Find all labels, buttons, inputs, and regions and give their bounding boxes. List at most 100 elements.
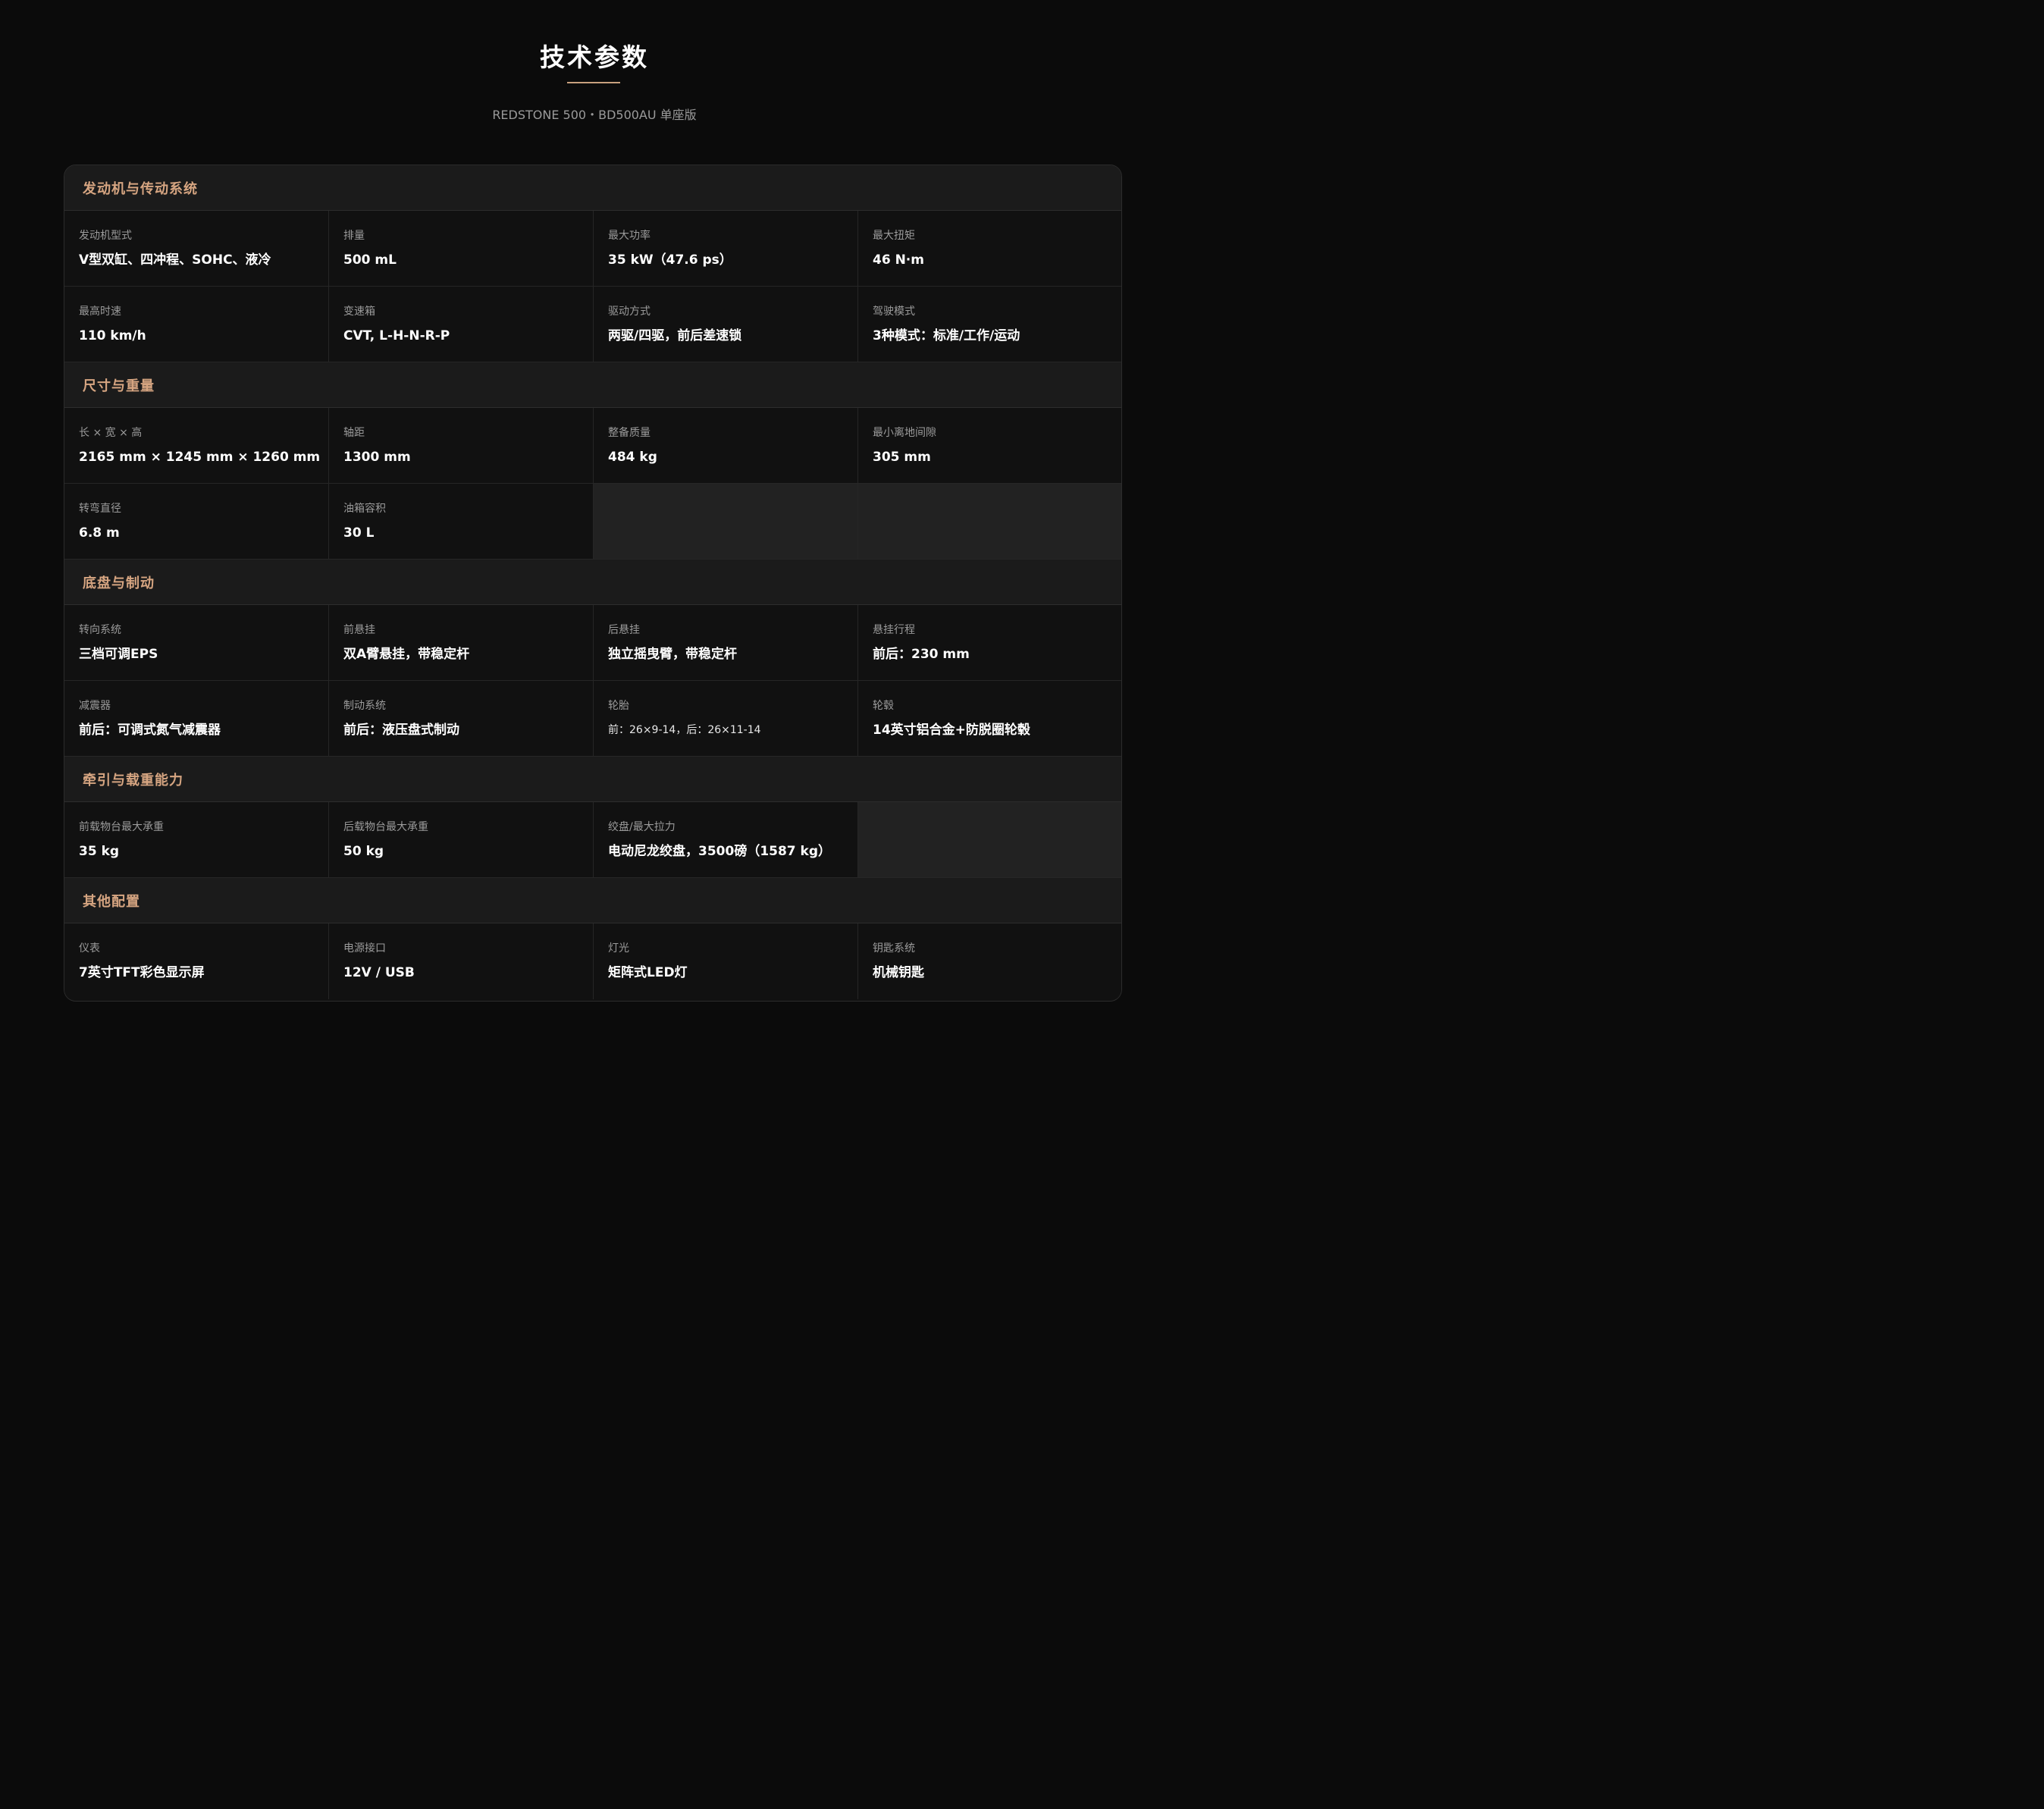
spec-label: 灯光 xyxy=(608,942,629,955)
spec-label: 最大功率 xyxy=(608,230,651,242)
spec-value: 50 kg xyxy=(343,844,384,859)
section-header-other: 其他配置 xyxy=(64,878,1121,923)
spec-value: 46 N·m xyxy=(873,252,924,268)
spec-label: 钥匙系统 xyxy=(873,942,915,955)
spec-label: 轴距 xyxy=(343,427,365,439)
spec-cell: 最高时速 110 km/h xyxy=(64,287,329,362)
spec-cell: 整备质量 484 kg xyxy=(594,408,858,484)
spec-cell: 最大功率 35 kW（47.6 ps） xyxy=(594,211,858,287)
spec-grid-engine: 发动机型式 V型双缸、四冲程、SOHC、液冷 排量 500 mL 最大功率 35 kW… xyxy=(64,211,1121,362)
spec-value: 三档可调EPS xyxy=(79,647,158,662)
spec-cell: 转弯直径 6.8 m xyxy=(64,484,329,560)
spec-value: CVT, L-H-N-R-P xyxy=(343,328,450,343)
spec-grid-other: 仪表 7英寸TFT彩色显示屏 电源接口 12V / USB 灯光矩阵式LED灯 钥匙… xyxy=(64,923,1121,999)
spec-label: 排量 xyxy=(343,230,365,242)
section-title: 底盘与制动 xyxy=(83,575,155,591)
spec-label: 变速箱 xyxy=(343,306,375,318)
spec-value: 7英寸TFT彩色显示屏 xyxy=(79,965,205,980)
section-title: 发动机与传动系统 xyxy=(83,180,198,197)
spec-value: 前后：液压盘式制动 xyxy=(343,723,459,738)
spec-cell: 仪表 7英寸TFT彩色显示屏 xyxy=(64,923,329,999)
spec-value: 电动尼龙绞盘，3500磅（1587 kg） xyxy=(608,844,832,859)
spec-value: 12V / USB xyxy=(343,965,415,980)
spec-value: 前后：230 mm xyxy=(873,647,970,662)
spec-label: 仪表 xyxy=(79,942,100,955)
spec-label: 整备质量 xyxy=(608,427,651,439)
spec-label: 长 × 宽 × 高 xyxy=(79,427,143,439)
spec-value: 305 mm xyxy=(873,450,931,465)
spec-cell: 轮胎 前：26×9-14，后：26×11-14 xyxy=(594,681,858,757)
spec-value: 30 L xyxy=(343,525,375,541)
spec-cell: 转向系统三档可调EPS xyxy=(64,605,329,681)
spec-label: 减震器 xyxy=(79,700,111,712)
spec-cell: 长 × 宽 × 高 2165 mm × 1245 mm × 1260 mm xyxy=(64,408,329,484)
spec-value: 矩阵式LED灯 xyxy=(608,965,688,980)
spec-cell: 轴距 1300 mm xyxy=(329,408,594,484)
spec-label: 油箱容积 xyxy=(343,503,386,515)
spec-cell: 驱动方式 两驱/四驱，前后差速锁 xyxy=(594,287,858,362)
spec-cell: 后悬挂 独立摇曳臂，带稳定杆 xyxy=(594,605,858,681)
spec-label: 制动系统 xyxy=(343,700,386,712)
spec-cell: 后载物台最大承重 50 kg xyxy=(329,802,594,878)
spec-grid-towing: 前载物台最大承重 35 kg 后载物台最大承重 50 kg 绞盘/最大拉力电动尼龙绞… xyxy=(64,802,1121,878)
spec-value: 1300 mm xyxy=(343,450,411,465)
section-header-chassis: 底盘与制动 xyxy=(64,560,1121,605)
spec-cell: 发动机型式 V型双缸、四冲程、SOHC、液冷 xyxy=(64,211,329,287)
spec-value: 484 kg xyxy=(608,450,657,465)
spec-grid-chassis: 转向系统 三档可调EPS 前悬挂 双A臂悬挂，带稳定杆 后悬挂 独立摇曳臂，带稳定杆 … xyxy=(64,605,1121,757)
spec-label: 驱动方式 xyxy=(608,306,651,318)
spec-cell: 灯光矩阵式LED灯 xyxy=(594,923,858,999)
empty-cell xyxy=(594,484,858,560)
spec-value: 110 km/h xyxy=(79,328,146,343)
spec-label: 前载物台最大承重 xyxy=(79,821,164,833)
section-title: 牵引与载重能力 xyxy=(83,772,183,788)
spec-cell: 前悬挂 双A臂悬挂，带稳定杆 xyxy=(329,605,594,681)
spec-label: 悬挂行程 xyxy=(873,624,915,636)
spec-label: 轮毂 xyxy=(873,700,894,712)
spec-cell: 绞盘/最大拉力电动尼龙绞盘，3500磅（1587 kg） xyxy=(594,802,858,878)
spec-value: 前后：可调式氮气减震器 xyxy=(79,723,221,738)
spec-value: 前：26×9-14，后：26×11-14 xyxy=(608,724,761,736)
title-underline xyxy=(567,82,620,83)
spec-table: 发动机与传动系统 发动机型式 V型双缸、四冲程、SOHC、液冷 排量 500 mL … xyxy=(64,165,1122,1002)
spec-cell: 电源接口 12V / USB xyxy=(329,923,594,999)
spec-cell: 轮毂 14英寸铝合金+防脱圈轮毂 xyxy=(858,681,1121,757)
spec-label: 后载物台最大承重 xyxy=(343,821,428,833)
spec-cell: 悬挂行程前后：230 mm xyxy=(858,605,1121,681)
spec-label: 转向系统 xyxy=(79,624,121,636)
empty-cell xyxy=(858,802,1121,878)
spec-value: 2165 mm × 1245 mm × 1260 mm xyxy=(79,450,321,465)
spec-cell: 油箱容积 30 L xyxy=(329,484,594,560)
spec-value: 14英寸铝合金+防脱圈轮毂 xyxy=(873,723,1030,738)
spec-label: 绞盘/最大拉力 xyxy=(608,821,676,833)
spec-cell: 最大扭矩 46 N·m xyxy=(858,211,1121,287)
spec-value: V型双缸、四冲程、SOHC、液冷 xyxy=(79,252,271,268)
section-title: 尺寸与重量 xyxy=(83,378,155,394)
spec-value: 6.8 m xyxy=(79,525,120,541)
spec-cell: 钥匙系统 机械钥匙 xyxy=(858,923,1121,999)
page-title: 技术参数 xyxy=(540,42,649,72)
spec-value: 双A臂悬挂，带稳定杆 xyxy=(343,647,470,662)
section-header-dimensions: 尺寸与重量 xyxy=(64,362,1121,408)
spec-value: 机械钥匙 xyxy=(873,965,924,980)
spec-cell: 前载物台最大承重 35 kg xyxy=(64,802,329,878)
spec-grid-dimensions: 长 × 宽 × 高 2165 mm × 1245 mm × 1260 mm 轴距 1… xyxy=(64,408,1121,560)
spec-label: 最大扭矩 xyxy=(873,230,915,242)
spec-label: 最小离地间隙 xyxy=(873,427,936,439)
spec-value: 35 kg xyxy=(79,844,120,859)
page-subtitle: REDSTONE 500・BD500AU 单座版 xyxy=(492,108,697,122)
spec-value: 35 kW（47.6 ps） xyxy=(608,252,732,268)
spec-label: 电源接口 xyxy=(343,942,386,955)
spec-label: 发动机型式 xyxy=(79,230,132,242)
spec-cell: 驾驶模式 3种模式：标准/工作/运动 xyxy=(858,287,1121,362)
spec-cell: 最小离地间隙 305 mm xyxy=(858,408,1121,484)
spec-value: 500 mL xyxy=(343,252,397,268)
spec-label: 驾驶模式 xyxy=(873,306,915,318)
spec-label: 转弯直径 xyxy=(79,503,121,515)
spec-label: 最高时速 xyxy=(79,306,121,318)
spec-cell: 制动系统前后：液压盘式制动 xyxy=(329,681,594,757)
spec-cell: 变速箱 CVT, L-H-N-R-P xyxy=(329,287,594,362)
section-title: 其他配置 xyxy=(83,893,140,910)
section-header-towing: 牵引与载重能力 xyxy=(64,757,1121,802)
spec-value: 3种模式：标准/工作/运动 xyxy=(873,328,1020,343)
